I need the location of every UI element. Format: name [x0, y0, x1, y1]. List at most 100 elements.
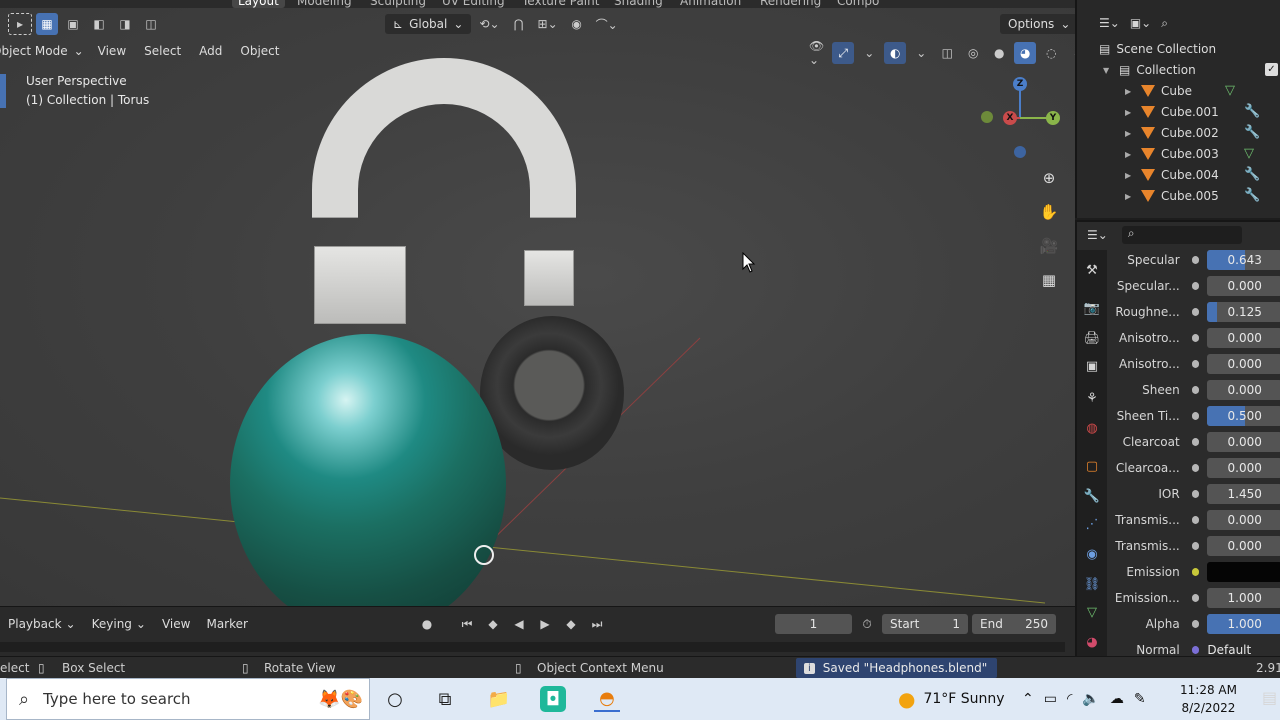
clock[interactable]: 11:28 AM 8/2/2022 — [1180, 681, 1237, 717]
options-dropdown[interactable]: Options ⌄ — [1000, 14, 1075, 34]
solid-shading-icon[interactable]: ● — [988, 42, 1010, 64]
keying-dropdown[interactable]: Keying ⌄ — [84, 617, 154, 631]
current-frame-field[interactable]: 1 — [775, 614, 852, 634]
list-item[interactable]: ▶ Cube — [1125, 81, 1192, 101]
mesh-data-icon[interactable]: ▽ — [1244, 146, 1254, 161]
wrench-icon[interactable]: 🔧 — [1244, 104, 1260, 119]
menu-object[interactable]: Object — [232, 44, 287, 58]
property-value-field[interactable]: 1.000 — [1207, 614, 1280, 634]
collection-checkbox[interactable]: ✓ — [1265, 63, 1278, 76]
tab-rendering[interactable]: Rendering — [760, 0, 821, 8]
tool-tab-icon[interactable]: ⚒ — [1084, 262, 1100, 278]
gizmo-y-axis[interactable]: Y — [1046, 111, 1060, 125]
property-value-field[interactable]: 1.000 — [1207, 588, 1280, 608]
expand-arrow-icon[interactable]: ▼ — [1103, 66, 1113, 75]
3d-viewport[interactable]: ▸ ▦ ▣ ◧ ◨ ◫ ⊾ Global ⌄ ⟲⌄ ⋂ ⊞⌄ ◉ ⌒⌄ Opti… — [0, 8, 1075, 606]
object-tab-icon[interactable]: ▢ — [1084, 458, 1100, 474]
property-value-field[interactable]: 0.000 — [1207, 432, 1280, 452]
wifi-icon[interactable]: ◜ — [1067, 691, 1072, 707]
keyframe-dot-icon[interactable] — [1191, 308, 1200, 316]
select-invert-icon[interactable]: ◨ — [114, 13, 136, 35]
tab-compositing[interactable]: Compo — [837, 0, 879, 8]
visibility-icon[interactable]: 👁⌄ — [805, 39, 828, 67]
task-view-icon[interactable]: ⧉ — [432, 686, 458, 712]
editor-type-icon[interactable]: ☰⌄ — [1099, 16, 1120, 30]
camera-icon[interactable]: 🎥 — [1037, 234, 1061, 258]
particles-tab-icon[interactable]: ⋰ — [1084, 516, 1100, 532]
render-tab-icon[interactable]: 📷 — [1084, 300, 1100, 316]
tab-sculpting[interactable]: Sculpting — [370, 0, 426, 8]
property-value-field[interactable]: Default — [1207, 640, 1280, 656]
property-value-field[interactable]: 0.000 — [1207, 510, 1280, 530]
prev-keyframe-icon[interactable]: ◆ — [482, 613, 504, 635]
transform-orientation-dropdown[interactable]: ⊾ Global ⌄ — [385, 14, 472, 34]
display-icon[interactable]: ▭ — [1044, 691, 1057, 707]
overlays-icon[interactable]: ◐ — [884, 42, 907, 64]
falloff-icon[interactable]: ⌒⌄ — [592, 13, 622, 35]
gizmo-toggle-icon[interactable]: ⤢ — [832, 42, 855, 64]
blender-icon[interactable]: ◓ — [594, 686, 620, 712]
keyframe-dot-icon[interactable] — [1191, 646, 1200, 654]
select-intersect-icon[interactable]: ◫ — [140, 13, 162, 35]
property-value-field[interactable]: 0.643 — [1207, 250, 1280, 270]
next-keyframe-icon[interactable]: ◆ — [560, 613, 582, 635]
mode-dropdown[interactable]: Object Mode ⌄ — [0, 44, 88, 58]
keyframe-dot-icon[interactable] — [1191, 490, 1200, 498]
gizmo-z-axis[interactable]: Z — [1013, 77, 1027, 91]
pan-hand-icon[interactable]: ✋ — [1037, 200, 1061, 224]
toolbar-edge[interactable] — [0, 74, 6, 108]
notification-icon[interactable]: ▤ — [1262, 688, 1277, 707]
physics-tab-icon[interactable]: ◉ — [1084, 546, 1100, 562]
menu-add[interactable]: Add — [191, 44, 230, 58]
keyframe-dot-icon[interactable] — [1191, 282, 1200, 290]
taskbar-search-input[interactable]: ⌕ Type here to search 🦊🎨 — [6, 678, 370, 720]
output-tab-icon[interactable]: 🖨 — [1084, 330, 1101, 346]
app-icon[interactable]: ◘ — [540, 686, 566, 712]
keyframe-dot-icon[interactable] — [1191, 386, 1200, 394]
display-mode-icon[interactable]: ▣⌄ — [1130, 16, 1151, 30]
timeline-view-menu[interactable]: View — [154, 617, 198, 631]
cortana-icon[interactable]: ○ — [382, 686, 408, 712]
tab-texture-paint[interactable]: Texture Paint — [522, 0, 599, 8]
list-item[interactable]: ▶ Cube.001 — [1125, 102, 1219, 122]
material-tab-icon[interactable]: ◕ — [1084, 634, 1100, 650]
end-frame-field[interactable]: End 250 — [972, 614, 1056, 634]
select-extend-icon[interactable]: ▣ — [62, 13, 84, 35]
wrench-icon[interactable]: 🔧 — [1244, 167, 1260, 182]
marker-menu[interactable]: Marker — [198, 617, 255, 631]
snap-target-icon[interactable]: ⊞⌄ — [534, 13, 562, 35]
record-icon[interactable]: ● — [416, 613, 438, 635]
scene-tab-icon[interactable]: ⚘ — [1084, 390, 1100, 406]
list-item[interactable]: ▶ Cube.002 — [1125, 123, 1219, 143]
cloud-icon[interactable]: ☁ — [1110, 691, 1124, 707]
property-value-field[interactable]: 0.125 — [1207, 302, 1280, 322]
tab-shading[interactable]: Shading — [614, 0, 663, 8]
tab-uv-editing[interactable]: UV Editing — [442, 0, 505, 8]
property-value-field[interactable]: 0.000 — [1207, 536, 1280, 556]
xray-icon[interactable]: ◫ — [936, 42, 958, 64]
constraints-tab-icon[interactable]: ⛓ — [1084, 576, 1101, 592]
playback-dropdown[interactable]: Playback ⌄ — [0, 617, 84, 631]
pivot-point-icon[interactable]: ⟲⌄ — [475, 13, 503, 35]
properties-search-input[interactable]: ⌕ — [1121, 226, 1242, 244]
editor-type-icon[interactable]: ☰⌄ — [1087, 228, 1108, 242]
volume-icon[interactable]: 🔈 — [1082, 691, 1099, 707]
select-tool-icon[interactable]: ▸ — [8, 13, 32, 35]
play-reverse-icon[interactable]: ◀ — [508, 613, 530, 635]
property-value-field[interactable]: 1.450 — [1207, 484, 1280, 504]
modifier-tab-icon[interactable]: 🔧 — [1084, 488, 1100, 504]
keyframe-dot-icon[interactable] — [1191, 594, 1200, 602]
view-layer-tab-icon[interactable]: ▣ — [1084, 358, 1100, 374]
chevron-down-icon[interactable]: ⌄ — [910, 42, 932, 64]
property-value-field[interactable]: 0.000 — [1207, 380, 1280, 400]
list-item[interactable]: ▶ Cube.005 — [1125, 186, 1219, 206]
keyframe-dot-icon[interactable] — [1191, 542, 1200, 550]
property-value-field[interactable]: 0.500 — [1207, 406, 1280, 426]
wrench-icon[interactable]: 🔧 — [1244, 188, 1260, 203]
keyframe-dot-icon[interactable] — [1191, 464, 1200, 472]
keyframe-dot-icon[interactable] — [1191, 334, 1200, 342]
property-value-field[interactable] — [1207, 562, 1280, 582]
tab-layout[interactable]: Layout — [232, 0, 285, 8]
gizmo-x-axis[interactable]: X — [1003, 111, 1017, 125]
keyframe-dot-icon[interactable] — [1191, 360, 1200, 368]
